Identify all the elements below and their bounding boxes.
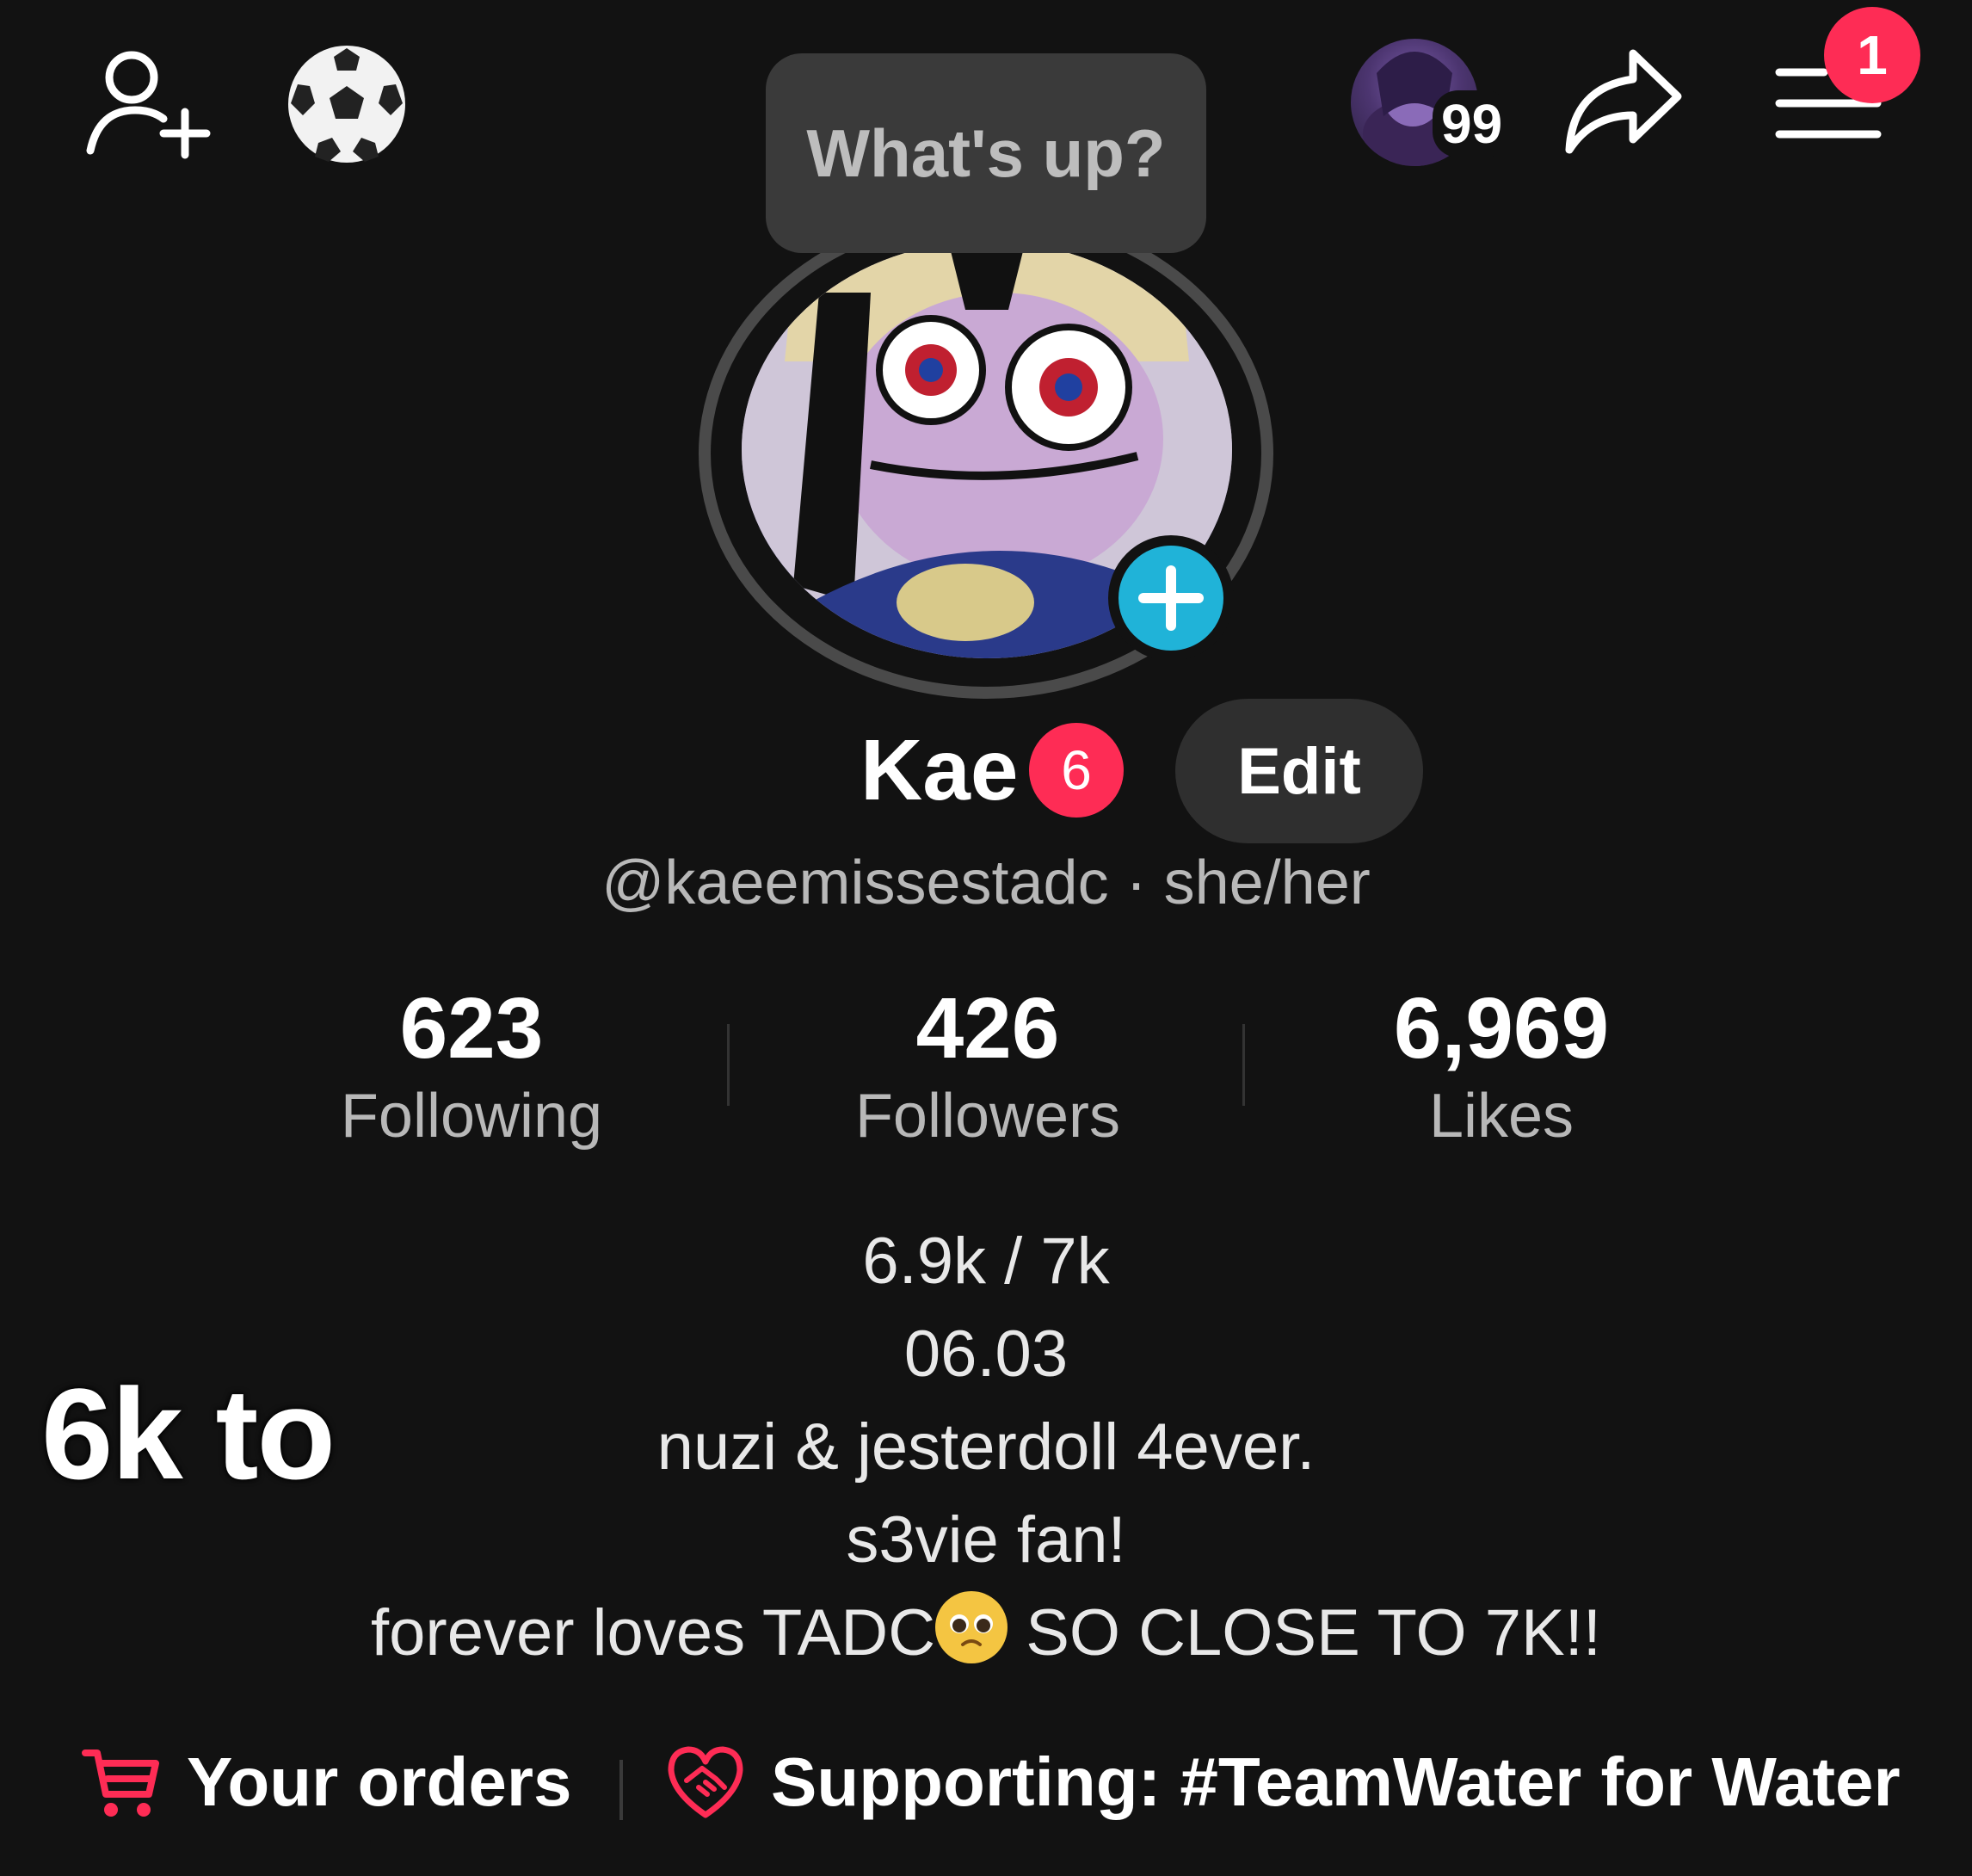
soccer-ball-button[interactable] [284,41,410,167]
profile-name: Kae [860,722,1019,818]
plus-icon [1138,565,1204,631]
bio-text: forever loves TADC [371,1596,936,1669]
stat-label: Following [340,1082,603,1151]
orders-label: Your orders [187,1743,572,1820]
pleading-face-emoji-icon [935,1591,1008,1663]
stat-divider [727,1024,730,1106]
stat-divider [1242,1024,1245,1106]
bio-line: 6.9k / 7k [862,1225,1110,1298]
stat-label: Likes [1428,1082,1575,1151]
edit-button-label: Edit [1237,734,1361,808]
add-story-button[interactable] [1108,535,1234,661]
video-overlay-caption: 6k to [41,1361,336,1506]
your-orders-button[interactable]: Your orders [82,1743,572,1822]
stat-likes[interactable]: 6,969 Likes [1286,981,1716,1151]
story-count: 99 [1433,90,1512,157]
heart-handshake-icon [668,1746,743,1818]
supporting-cause-link[interactable]: Supporting: #TeamWater for Water [664,1743,1901,1822]
note-text: What's up? [806,114,1166,191]
share-button[interactable] [1557,43,1686,164]
add-friend-button[interactable] [82,43,211,164]
cart-icon [82,1749,159,1817]
share-icon [1565,49,1682,154]
name-badge[interactable]: 6 [1029,723,1124,818]
note-bubble[interactable]: What's up? [766,53,1206,253]
supporting-label: Supporting: #TeamWater for Water [771,1743,1901,1820]
stat-label: Followers [854,1082,1121,1151]
soccer-ball-icon [288,46,405,163]
edit-profile-button[interactable]: Edit [1175,699,1423,843]
username-pronouns: @kaeemissestadc · she/her [601,849,1371,917]
menu-notification-badge: 1 [1824,7,1920,103]
bottom-divider [619,1760,623,1820]
stat-value: 426 [915,980,1060,1077]
bio-line: forever loves TADC SO CLOSE TO 7K!! [0,1587,1972,1680]
stat-value: 6,969 [1393,980,1610,1077]
stat-followers[interactable]: 426 Followers [773,981,1203,1151]
stat-following[interactable]: 623 Following [256,981,687,1151]
add-friend-icon [86,51,211,159]
stat-value: 623 [399,980,544,1077]
bio-text: SO CLOSE TO 7K!! [1008,1596,1601,1669]
